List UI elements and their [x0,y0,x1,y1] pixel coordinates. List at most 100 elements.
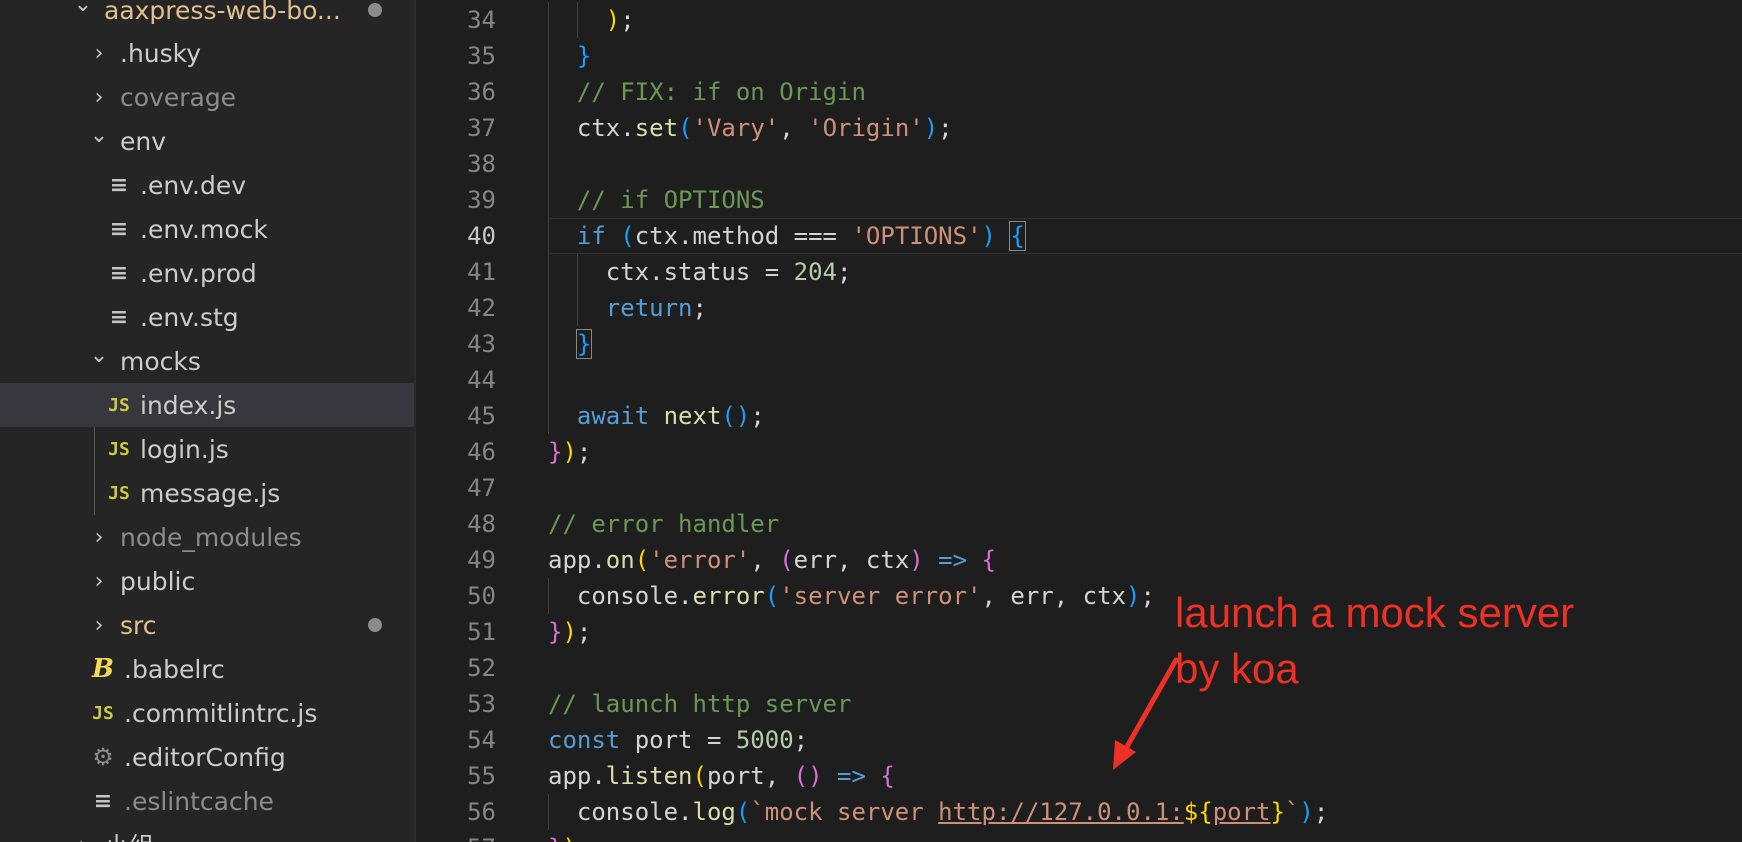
code-token: ; [1313,798,1329,826]
code-token: http://127.0.0.1: [938,798,1184,826]
chevron-right-icon[interactable]: › [88,41,110,66]
line-number: 40 [467,222,496,250]
chevron-right-icon[interactable]: › [88,85,110,110]
code-token: ) [562,618,577,646]
tree-item[interactable]: ≡ .env.prod [0,251,416,295]
tree-item-label: message.js [140,478,281,508]
tree-item[interactable]: ≡ .env.mock [0,207,416,251]
code-text: ); [548,2,635,38]
code-token: ; [793,726,809,754]
code-editor[interactable]: 34 ); 35 } 36 // FIX: if on Origin 37 ctx.s… [416,0,1742,842]
babel-icon: B [92,654,114,684]
tree-item[interactable]: JS .commitlintrc.js [0,691,416,735]
code-line[interactable]: 54 const port = 5000; [416,722,1742,758]
chevron-right-icon[interactable]: › [88,613,110,638]
code-token: { [880,762,895,790]
tree-item[interactable]: JS login.js [0,427,416,471]
code-token: { [981,546,996,574]
code-line[interactable]: 41 ctx.status = 204; [416,254,1742,290]
tree-item[interactable]: ≡ .env.dev [0,163,416,207]
code-token: ( [779,546,794,574]
code-token: ` [1284,798,1300,826]
code-token: ( [692,762,707,790]
code-token: ctx.method === [634,222,852,250]
tree-item[interactable]: › src [0,603,416,647]
chevron-right-icon[interactable]: › [88,569,110,594]
code-token: ; [938,114,953,142]
tree-item[interactable]: ≡ .eslintcache [0,779,416,823]
code-line[interactable]: 35 } [416,38,1742,74]
code-token: ctx. [548,114,635,142]
code-token: } [576,42,592,70]
code-line[interactable]: 55 app.listen(port, () => { [416,758,1742,794]
line-number: 55 [467,762,496,790]
code-line[interactable]: 56 console.log(`mock server http://127.0… [416,794,1742,830]
tree-item[interactable]: › coverage [0,75,416,119]
code-line[interactable]: 49 app.on('error', (err, ctx) => { [416,542,1742,578]
tree-item-label: .env.prod [140,258,257,288]
code-line[interactable]: 38 [416,146,1742,182]
tree-item[interactable]: ⌄ env [0,119,416,163]
tree-item-label: .env.mock [140,214,268,244]
line-number: 43 [467,330,496,358]
tree-item[interactable]: ⌄ mocks [0,339,416,383]
chevron-down-icon[interactable]: ⌄ [88,123,110,148]
code-token: ; [1140,582,1155,610]
tree-item[interactable]: › public [0,559,416,603]
code-token: () [721,402,751,430]
code-token: `mock server [750,798,939,826]
tree-item[interactable]: › 小组 [0,823,416,842]
code-line[interactable]: 43 } [416,326,1742,362]
code-token: err, ctx [793,546,910,574]
chevron-down-icon[interactable]: ⌄ [72,0,94,17]
code-text: app.listen(port, () => { [548,758,895,794]
tree-item-label: .eslintcache [124,786,274,816]
tree-item[interactable]: JS index.js [0,383,416,427]
code-token: ) [562,834,576,842]
code-line[interactable]: 34 ); [416,2,1742,38]
chevron-right-icon[interactable]: › [72,833,94,842]
code-line[interactable]: 36 // FIX: if on Origin [416,74,1742,110]
code-line[interactable]: 48 // error handler [416,506,1742,542]
code-line[interactable]: 46}); [416,434,1742,470]
code-text: app.on('error', (err, ctx) => { [548,542,996,578]
code-line[interactable]: 37 ctx.set('Vary', 'Origin'); [416,110,1742,146]
tree-item[interactable]: ⚙ .editorConfig [0,735,416,779]
code-line[interactable]: 44 [416,362,1742,398]
line-number: 52 [467,654,496,682]
line-number: 57 [416,830,496,842]
code-line[interactable]: 39 // if OPTIONS [416,182,1742,218]
code-line[interactable]: 47 [416,470,1742,506]
tree-item[interactable]: › node_modules [0,515,416,559]
tree-item[interactable]: JS message.js [0,471,416,515]
chevron-down-icon[interactable]: ⌄ [88,343,110,368]
code-token: ( [634,546,650,574]
code-line[interactable]: 45 await next(); [416,398,1742,434]
code-token: ; [576,618,592,646]
code-token: ${ [1183,798,1213,826]
code-token: 'OPTIONS' [851,222,982,250]
code-token: error [692,582,765,610]
tree-item[interactable]: ⌄ aaxpress-web-bo... [0,0,416,32]
code-line[interactable]: 57}); [416,830,1742,842]
tree-item[interactable]: ≡ .env.stg [0,295,416,339]
code-token: ) [909,546,924,574]
code-token: ) [1126,582,1141,610]
chevron-right-icon[interactable]: › [88,525,110,550]
tree-item[interactable]: B .babelrc [0,647,416,691]
code-token: ) [923,114,939,142]
code-token: next [663,402,722,430]
code-line[interactable]: 42 return; [416,290,1742,326]
code-token: ) [1299,798,1314,826]
code-token: 'Origin' [808,114,924,142]
code-text: await next(); [548,398,765,434]
code-line[interactable]: 40 if (ctx.method === 'OPTIONS') { [416,218,1742,254]
tree-item[interactable]: › .husky [0,31,416,75]
code-token: // if OPTIONS [576,186,765,214]
code-token: // FIX: if on Origin [576,78,866,106]
